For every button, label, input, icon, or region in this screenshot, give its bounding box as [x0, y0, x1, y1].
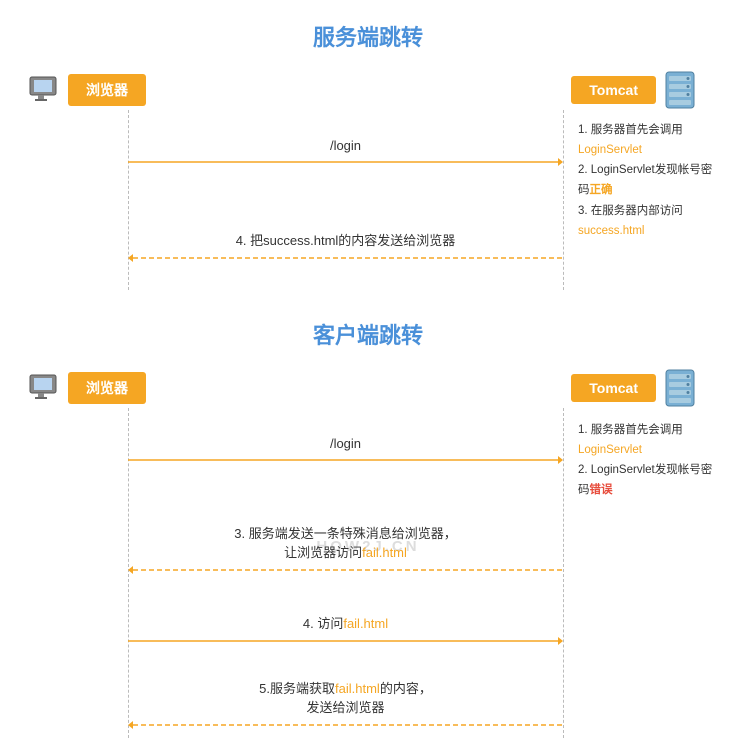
lifeline-tomcat-2: [563, 408, 564, 738]
section2: 客户端跳转 HOW2J.CN 浏览器 Tomcat: [0, 318, 736, 738]
note-num: 1. 服务器首先会调用: [578, 124, 683, 136]
notes-box-1: 1. 服务器首先会调用LoginServlet 2. LoginServlet发…: [578, 120, 718, 241]
tomcat-box-2: Tomcat: [571, 374, 656, 402]
arrow2-2-label: 3. 服务端发送一条特殊消息给浏览器， 让浏览器访问fail.html: [128, 523, 563, 561]
section2-title: 客户端跳转: [0, 318, 736, 350]
browser-box-2: 浏览器: [68, 372, 146, 404]
note-1-3: 3. 在服务器内部访问success.html: [578, 201, 718, 241]
arrow2-1-label: /login: [128, 436, 563, 451]
page-container: 服务端跳转 浏览器 Tomcat: [0, 0, 736, 748]
tomcat-box-1: Tomcat: [571, 76, 656, 104]
arrow2-2-back: 3. 服务端发送一条特殊消息给浏览器， 让浏览器访问fail.html: [128, 523, 563, 577]
arrow2-3-label: 4. 访问fail.html: [128, 613, 563, 632]
note-1-1: 1. 服务器首先会调用LoginServlet: [578, 120, 718, 160]
lifeline-tomcat-1: [563, 110, 564, 290]
arrow2-4-label: 5.服务端获取fail.html的内容， 发送给浏览器: [128, 678, 563, 716]
section1: 服务端跳转 浏览器 Tomcat: [0, 20, 736, 290]
tomcat-actor-2: Tomcat: [571, 368, 698, 408]
section1-title: 服务端跳转: [0, 20, 736, 52]
server-icon-2: [662, 368, 698, 408]
notes-box-2: 1. 服务器首先会调用LoginServlet 2. LoginServlet发…: [578, 420, 718, 501]
browser-actor-2: 浏览器: [28, 372, 146, 404]
arrow1-svg-1: [128, 155, 563, 169]
browser-box-1: 浏览器: [68, 74, 146, 106]
note-2-2: 2. LoginServlet发现帐号密码错误: [578, 460, 718, 500]
server-icon-1: [662, 70, 698, 110]
arrow1-1: /login: [128, 138, 563, 158]
arrow2-svg-1: [128, 251, 563, 265]
arrow2-label-1: 4. 把success.html的内容发送给浏览器: [128, 230, 563, 249]
arrow2-1: 4. 把success.html的内容发送给浏览器: [128, 230, 563, 265]
arrow2-1-svg: [128, 453, 563, 467]
note-2-1: 1. 服务器首先会调用LoginServlet: [578, 420, 718, 460]
computer-icon-2: [28, 373, 62, 403]
browser-actor-1: 浏览器: [28, 74, 146, 106]
arrow2-4-back: 5.服务端获取fail.html的内容， 发送给浏览器: [128, 678, 563, 732]
arrow2-3-forward: 4. 访问fail.html: [128, 613, 563, 648]
arrow2-4-svg: [128, 718, 563, 732]
tomcat-actor-1: Tomcat: [571, 70, 698, 110]
arrow2-1-forward: /login: [128, 436, 563, 467]
arrow2-3-svg: [128, 634, 563, 648]
note-1-2: 2. LoginServlet发现帐号密码正确: [578, 160, 718, 200]
computer-icon-1: [28, 75, 62, 105]
arrow1-label-1: /login: [128, 138, 563, 153]
divider: [0, 290, 736, 308]
arrow2-2-svg: [128, 563, 563, 577]
